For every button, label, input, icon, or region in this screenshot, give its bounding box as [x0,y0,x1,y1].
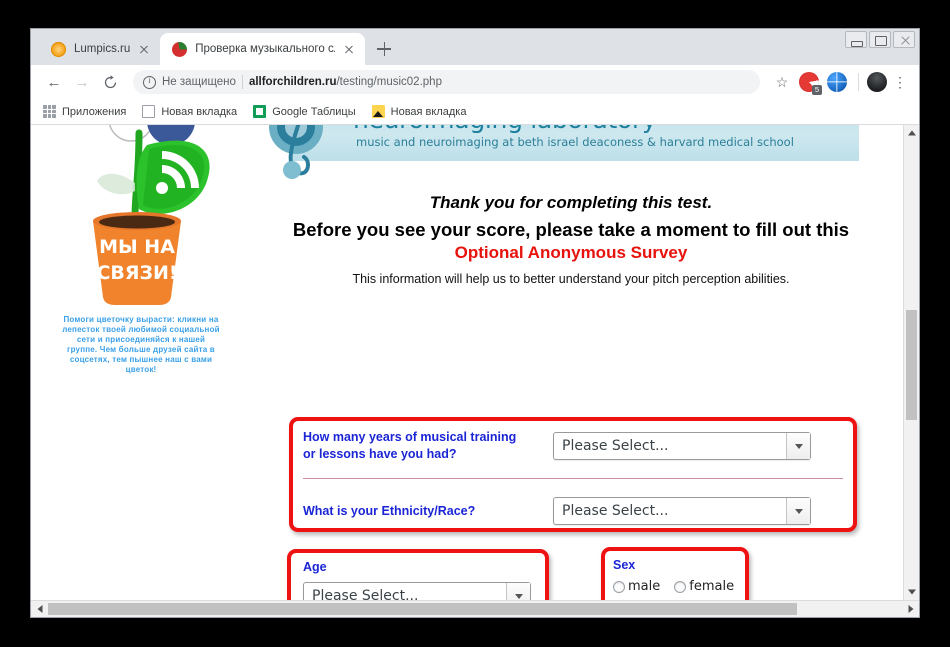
vertical-scrollbar-thumb[interactable] [906,310,917,420]
vertical-scrollbar[interactable] [903,125,919,600]
web-page: МЫ НА СВЯЗИ! Помоги цветочку вырасти: кл… [31,125,903,600]
page-icon [142,105,156,118]
question-ethnicity: What is your Ethnicity/Race? Please Sele… [303,497,811,525]
chevron-down-icon[interactable] [786,498,810,524]
page-viewport: МЫ НА СВЯЗИ! Помоги цветочку вырасти: кл… [31,125,919,600]
info-circle-icon [143,75,156,89]
label-line-1: How many years of musical training [303,430,517,444]
menu-icon[interactable]: ⋮ [889,75,911,89]
extension-icon-red[interactable]: 5 [799,72,822,95]
chevron-down-icon[interactable] [506,583,530,600]
ethnicity-select[interactable]: Please Select... [553,497,811,525]
sex-radio-group: male female [613,579,734,594]
page-title: Optional Anonymous Survey [454,243,688,262]
apps-grid-icon [43,105,56,118]
field-sex: Sex male female [613,558,734,594]
training-select[interactable]: Please Select... [553,432,811,460]
radio-button-icon[interactable] [674,580,687,593]
divider [858,73,859,91]
chevron-down-icon[interactable] [786,433,810,459]
photo-icon [371,105,385,118]
social-flower-widget: МЫ НА СВЯЗИ! Помоги цветочку вырасти: кл… [31,125,251,375]
maximize-button[interactable] [869,31,891,48]
bookmark-google-sheets[interactable]: Google Таблицы [253,105,356,118]
thanks-heading: Thank you for completing this test. [429,193,713,212]
music-favicon [172,41,188,57]
avatar[interactable] [867,72,887,92]
sheets-icon [253,105,267,118]
banner-subtitle: music and neuroimaging at beth israel de… [356,135,794,149]
close-tab-icon[interactable] [341,41,357,57]
new-tab-button[interactable] [371,36,397,62]
bookmark-label: Приложения [62,105,127,118]
bookmark-apps[interactable]: Приложения [43,105,126,118]
pot-text-line1: МЫ НА [99,236,175,258]
field-age: Age Please Select... [303,559,531,600]
horizontal-scrollbar[interactable] [31,600,919,617]
bookmark-star-icon[interactable]: ☆ [770,74,794,91]
ethnicity-select-value: Please Select... [562,503,669,519]
close-window-button[interactable] [893,31,915,48]
window-controls [845,31,915,48]
bookmark-label: Google Таблицы [272,105,356,118]
question-training: How many years of musical training or le… [303,429,811,463]
sex-label: Sex [613,558,636,572]
divider [241,75,243,89]
extension-icon-globe[interactable] [827,72,847,92]
browser-window: Lumpics.ru Проверка музыкального слуха ←… [30,28,920,618]
scroll-down-arrow[interactable] [904,584,919,600]
scroll-up-arrow[interactable] [904,125,919,141]
bookmark-new-tab-1[interactable]: Новая вкладка [142,105,237,118]
radio-male-label: male [628,579,661,594]
age-select[interactable]: Please Select... [303,582,531,600]
info-text: This information will help us to better … [352,272,790,286]
tab-strip: Lumpics.ru Проверка музыкального слуха [31,29,919,65]
reload-icon[interactable] [97,69,123,95]
tab-title: Lumpics.ru [74,43,131,55]
lumpics-favicon [51,41,66,57]
scroll-right-arrow[interactable] [902,601,919,617]
close-tab-icon[interactable] [136,41,152,57]
bookmark-label: Новая вкладка [390,105,467,118]
banner-title: neuroimaging laboratory [353,125,657,134]
url-host: allforchildren.ru [248,76,337,88]
tab-lumpics[interactable]: Lumpics.ru [39,33,161,65]
minimize-button[interactable] [845,31,867,48]
radio-male[interactable]: male [613,579,660,594]
bookmarks-bar: Приложения Новая вкладка Google Таблицы … [31,99,919,125]
flower-widget-description: Помоги цветочку вырасти: кликни на лепес… [62,315,220,374]
label-line-2: or lessons have you had? [303,447,457,461]
browser-toolbar: ← → Не защищено allforchildren.ru/testin… [31,65,919,99]
pot-text-line2: СВЯЗИ! [96,262,177,284]
age-label: Age [303,560,327,574]
bookmark-label: Новая вкладка [161,105,238,118]
security-status: Не защищено [162,76,236,88]
page-content: МЫ НА СВЯЗИ! Помоги цветочку вырасти: кл… [31,125,903,600]
radio-female-label: female [689,579,735,594]
url-text: allforchildren.ru/testing/music02.php [249,76,442,88]
question-divider [303,478,843,479]
scroll-left-arrow[interactable] [31,601,48,617]
radio-female[interactable]: female [674,579,734,594]
survey-intro: Thank you for completing this test. Befo… [271,185,903,286]
back-icon[interactable]: ← [41,69,67,95]
radio-button-icon[interactable] [613,580,625,593]
screenshot-root: Lumpics.ru Проверка музыкального слуха ←… [0,0,950,647]
before-heading: Before you see your score, please take a… [292,219,850,240]
question-ethnicity-label: What is your Ethnicity/Race? [303,503,476,518]
bookmark-new-tab-2[interactable]: Новая вкладка [371,105,467,118]
question-training-label: How many years of musical training or le… [303,429,553,463]
training-select-value: Please Select... [562,438,669,454]
forward-icon[interactable]: → [69,69,95,95]
tab-music-test[interactable]: Проверка музыкального слуха [160,33,366,65]
site-banner: neuroimaging laboratory music and neuroi… [269,125,859,179]
extension-badge: 5 [812,85,822,95]
flower-graphic: МЫ НА СВЯЗИ! [31,125,251,315]
horizontal-scrollbar-thumb[interactable] [48,603,797,615]
age-select-value: Please Select... [312,588,419,600]
url-path: /testing/music02.php [336,76,442,88]
tab-title: Проверка музыкального слуха [195,43,335,55]
address-bar[interactable]: Не защищено allforchildren.ru/testing/mu… [133,70,760,94]
